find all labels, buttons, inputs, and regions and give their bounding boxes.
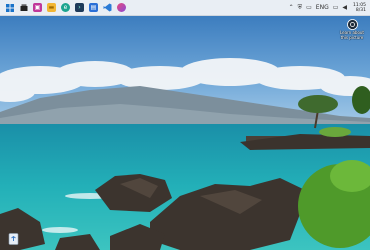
chevron-up-icon[interactable]: ⌃ [289,4,294,11]
store-button[interactable]: ▤ [89,3,98,12]
taskbar: ▣ ▬ e › ▤ ⌃ ⛨ ▭ ENG ▭ ◀ 11:05 8/31 [0,0,370,16]
terminal-button[interactable]: › [75,3,84,12]
file-explorer-button[interactable]: ▬ [47,3,56,12]
start-button[interactable] [5,3,14,12]
terminal-icon: › [78,3,81,11]
language-indicator[interactable]: ENG [316,4,329,11]
desktop-wallpaper [0,0,370,250]
desktop-icon-recycle-bin[interactable] [7,233,20,245]
system-tray: ⌃ ⛨ ▭ ENG ▭ ◀ 11:05 8/31 [289,0,366,15]
desktop-icon-label: Learn about this picture [340,30,364,40]
clock[interactable]: 11:05 8/31 [353,3,366,13]
task-view-button[interactable] [19,3,28,12]
colorful-app-button[interactable] [117,3,126,12]
folder-icon: ▬ [48,3,55,11]
edge-icon: e [63,3,68,11]
task-view-icon [20,4,27,11]
windows-logo-icon [5,3,14,12]
recycle-bin-icon [8,233,19,245]
network-icon[interactable]: ▭ [306,4,312,11]
volume-icon[interactable]: ◀ [342,4,347,11]
desktop-icon-learn-about-picture[interactable]: Learn about this picture [337,19,367,40]
photos-icon: ▣ [34,3,41,11]
security-icon[interactable]: ⛨ [298,4,303,11]
clock-date: 8/31 [355,7,366,13]
photos-app-button[interactable]: ▣ [33,3,42,12]
vscode-button[interactable] [103,3,112,12]
camera-info-icon [346,19,358,30]
edge-browser-button[interactable]: e [61,3,70,12]
store-icon: ▤ [90,3,97,11]
display-icon[interactable]: ▭ [333,4,339,11]
vscode-icon [103,3,112,12]
